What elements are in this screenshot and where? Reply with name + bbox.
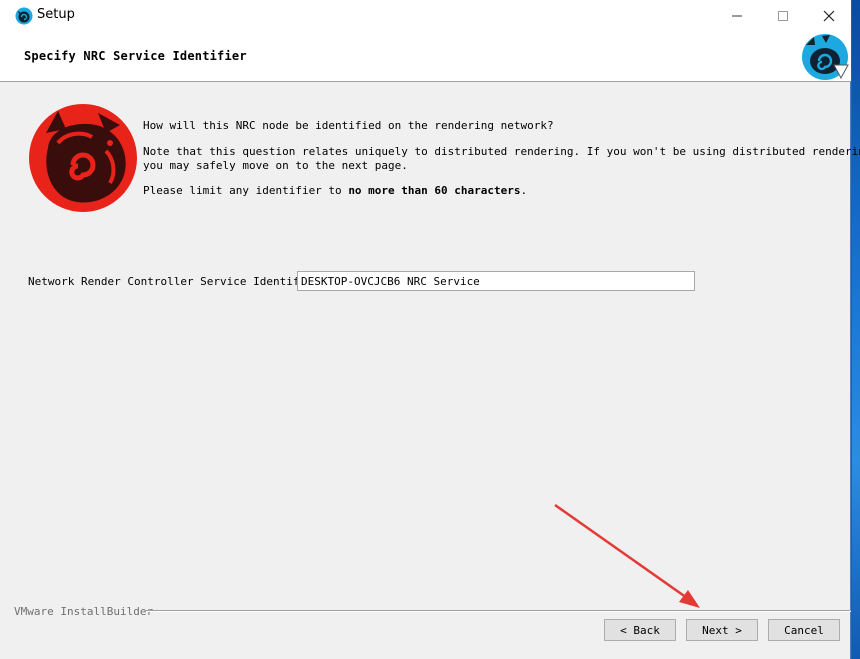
note-line-2: you may safely move on to the next page. bbox=[143, 159, 408, 172]
note-line-1: Note that this question relates uniquely… bbox=[143, 145, 860, 158]
minimize-button[interactable] bbox=[714, 0, 760, 31]
question-text: How will this NRC node be identified on … bbox=[143, 119, 554, 132]
maximize-button[interactable] bbox=[760, 0, 806, 31]
product-logo-icon bbox=[29, 104, 137, 212]
footer-divider bbox=[146, 610, 851, 612]
desktop-background bbox=[852, 0, 860, 659]
minimize-icon bbox=[732, 15, 742, 16]
identifier-label: Network Render Controller Service Identi… bbox=[28, 275, 320, 288]
title-bar: Setup bbox=[0, 0, 851, 31]
page-header: Specify NRC Service Identifier bbox=[0, 31, 851, 82]
back-button[interactable]: < Back bbox=[604, 619, 676, 641]
page-title: Specify NRC Service Identifier bbox=[24, 49, 247, 63]
installer-brand: VMware InstallBuilder bbox=[14, 605, 154, 618]
limit-suffix: . bbox=[520, 184, 528, 197]
cancel-button[interactable]: Cancel bbox=[768, 619, 840, 641]
note-text: Note that this question relates uniquely… bbox=[143, 145, 860, 173]
limit-prefix: Please limit any identifier to bbox=[143, 184, 349, 197]
setup-window: Setup Specify NRC Service Identifier How… bbox=[0, 0, 860, 659]
window-title: Setup bbox=[37, 7, 75, 22]
close-icon bbox=[823, 10, 835, 21]
next-button[interactable]: Next > bbox=[686, 619, 758, 641]
close-button[interactable] bbox=[806, 0, 852, 31]
limit-text: Please limit any identifier to no more t… bbox=[143, 184, 527, 198]
header-logo-icon bbox=[802, 34, 849, 80]
limit-bold: no more than 60 characters bbox=[348, 184, 521, 197]
maximize-icon bbox=[778, 10, 788, 21]
identifier-input[interactable] bbox=[297, 271, 695, 291]
app-icon bbox=[15, 7, 33, 25]
